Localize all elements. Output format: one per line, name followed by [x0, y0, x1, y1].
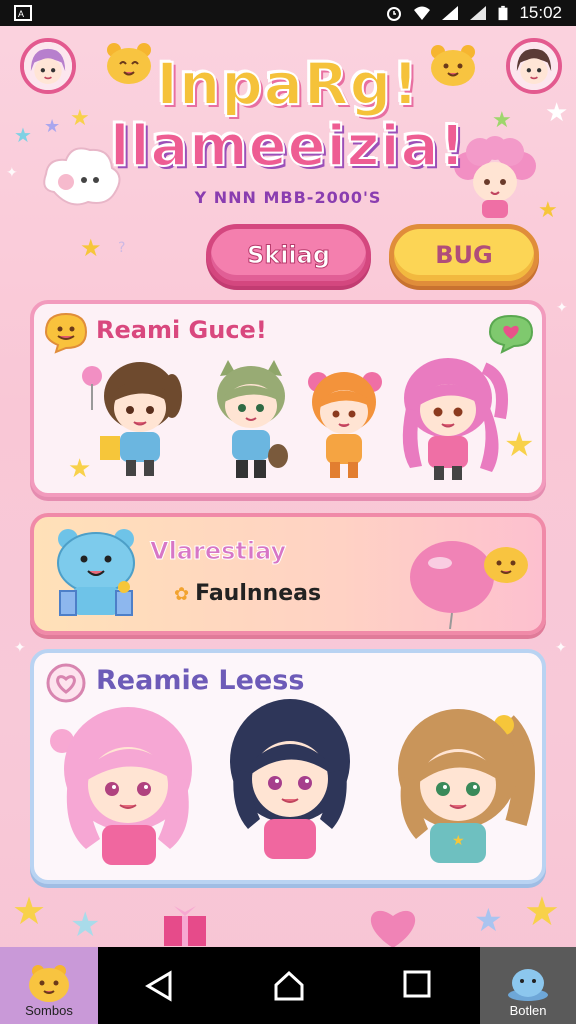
heart-badge-icon	[46, 663, 86, 703]
character-orange-hair-girl[interactable]	[302, 366, 386, 484]
character-navy-hair-girl[interactable]	[220, 689, 360, 869]
star-icon: ★	[80, 234, 102, 262]
feature-card[interactable]: Vlarestiay ✿ Faulnneas	[30, 513, 546, 635]
character-brown-hair-girl[interactable]	[76, 356, 196, 486]
status-time: 15:02	[519, 3, 562, 22]
gift-box-icon	[164, 906, 206, 946]
back-icon[interactable]	[144, 969, 176, 1003]
character-brown-ponytail-girl[interactable]: ★	[386, 693, 536, 871]
star-icon: ★	[474, 901, 503, 939]
app-subtitle: Y NNN MBB-2000'S	[194, 188, 382, 207]
character-card-2[interactable]: Reamie Leess ★	[30, 649, 546, 884]
yellow-bear-mascot-icon	[484, 547, 528, 583]
star-icon: ★	[12, 889, 47, 933]
sparkle-icon: ✦	[555, 640, 567, 656]
smile-speech-bubble-icon	[44, 312, 88, 354]
sparkle-icon: ✦	[556, 300, 568, 316]
alarm-icon	[387, 7, 402, 21]
star-icon: ★	[68, 454, 92, 484]
character-pink-hair-girl[interactable]	[388, 348, 518, 486]
home-icon[interactable]	[272, 969, 306, 1003]
star-icon: ★	[504, 425, 535, 465]
star-icon: ★	[524, 889, 560, 935]
bottom-navigation-bar: Sombos Botlen	[0, 947, 576, 1024]
nav-tab-left[interactable]: Sombos	[0, 947, 98, 1024]
app-title-line-2: llameeizia!	[109, 113, 466, 180]
signal-icon	[442, 6, 459, 20]
svg-text:A: A	[18, 9, 24, 19]
app-notification-icon: A	[14, 5, 32, 21]
character-pink-hair-girl-2[interactable]	[46, 699, 204, 873]
smiley-mascot-icon	[29, 965, 69, 1002]
secondary-button[interactable]: BUG	[389, 224, 539, 286]
blue-mascot-icon	[508, 969, 548, 1001]
sparkle-icon: ✦	[14, 640, 26, 656]
battery-icon	[499, 5, 508, 21]
star-icon: ★	[70, 905, 101, 945]
card-subtitle-text: Faulnneas	[195, 581, 322, 606]
nav-tab-right[interactable]: Botlen	[480, 947, 576, 1024]
status-bar: A 15:02	[0, 0, 576, 26]
sparkle-icon: ?	[118, 240, 126, 256]
character-green-hair-boy[interactable]	[206, 356, 296, 486]
app-title-line-1: InpaRg!	[155, 49, 420, 119]
recents-icon[interactable]	[402, 969, 432, 999]
svg-text:★: ★	[452, 833, 465, 849]
card-subtitle: ✿ Faulnneas	[174, 581, 321, 606]
nav-tab-right-label: Botlen	[509, 1003, 547, 1018]
bubble-bear-icon	[57, 529, 135, 616]
signal-icon-2	[470, 6, 487, 20]
heart-icon	[370, 910, 416, 948]
flower-icon: ✿	[174, 584, 190, 605]
card-title: Reami Guce!	[96, 316, 267, 344]
card-title: Vlarestiay	[149, 537, 287, 566]
wifi-icon	[414, 6, 431, 20]
nav-tab-left-label: Sombos	[25, 1003, 73, 1018]
primary-button[interactable]: Skiiag	[206, 224, 371, 286]
character-card[interactable]: Reami Guce! ★ ★	[30, 300, 546, 497]
